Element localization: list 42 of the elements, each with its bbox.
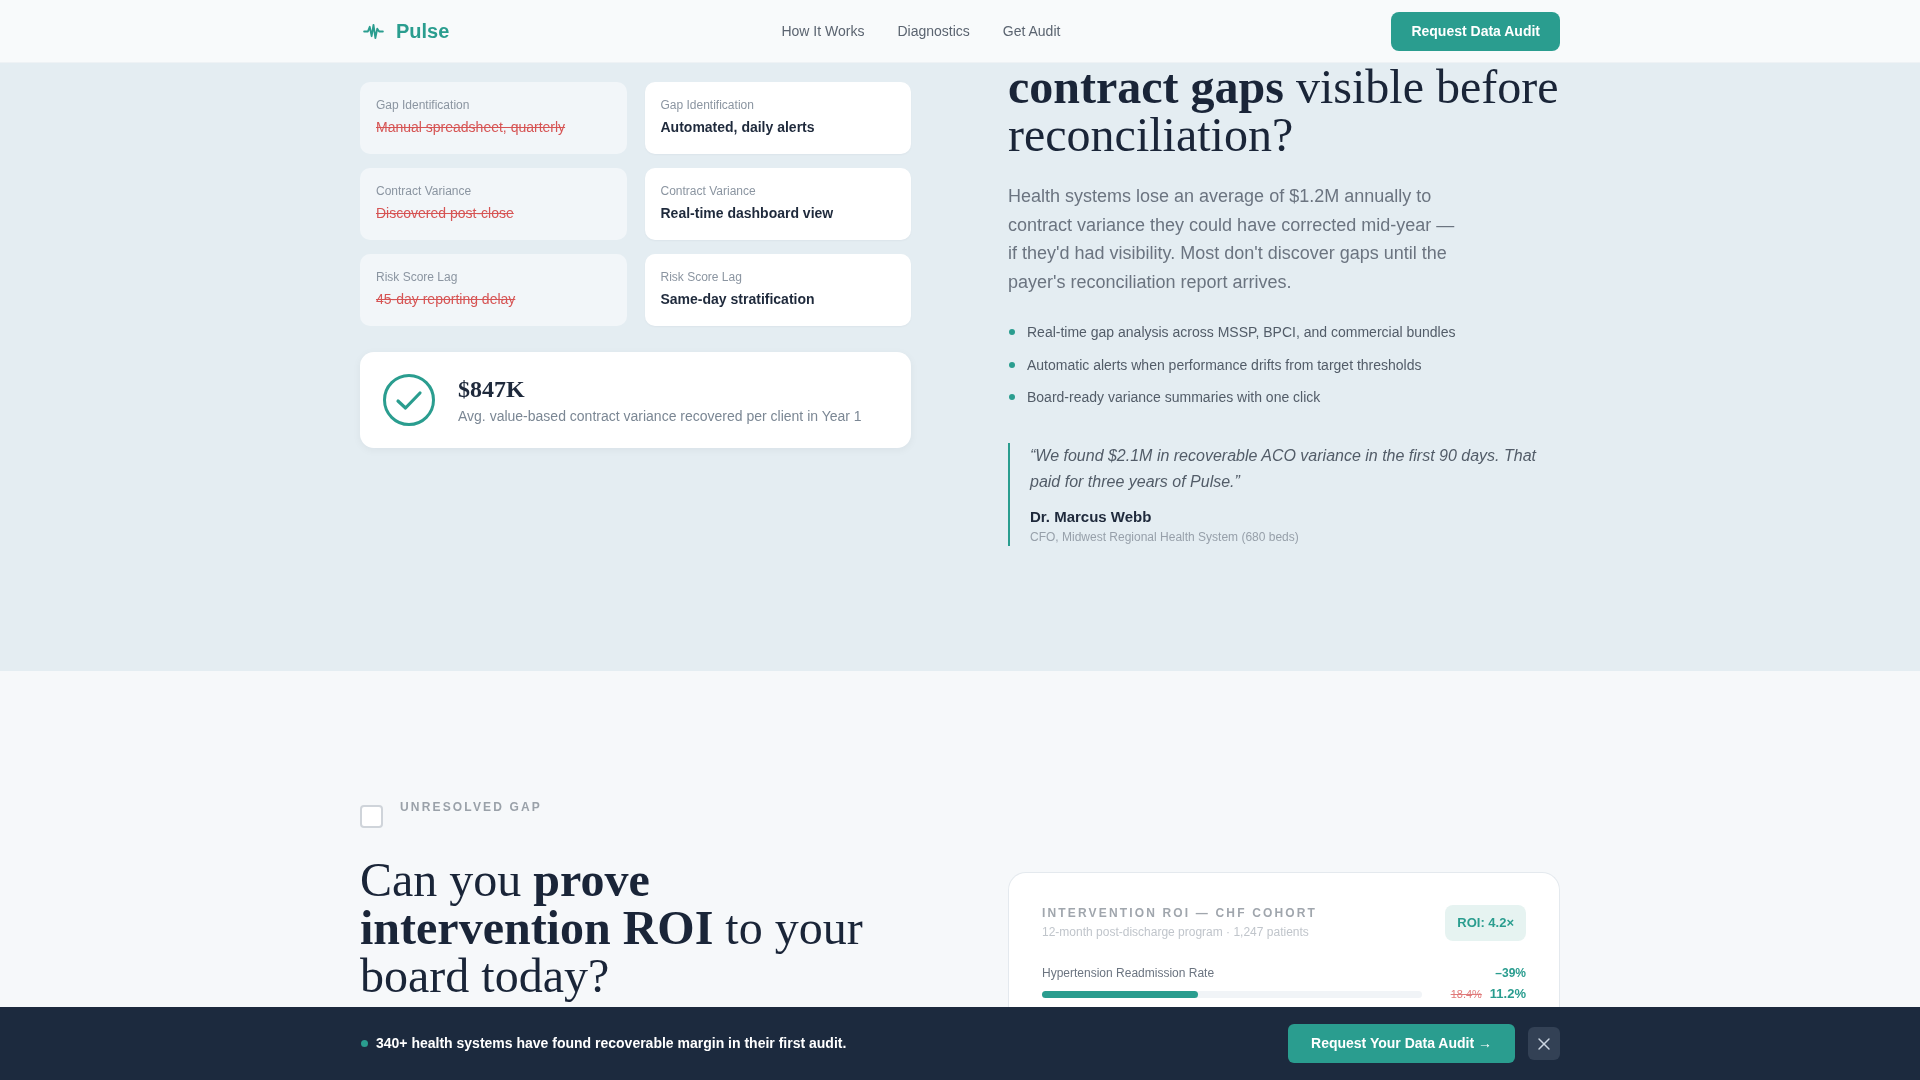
- card-label: Risk Score Lag: [376, 269, 458, 285]
- card-value: Automated, daily alerts: [660, 118, 815, 137]
- metric-change: –39%: [1495, 965, 1526, 981]
- request-audit-button[interactable]: Request Data Audit: [1391, 11, 1560, 51]
- check-circle-icon: [383, 374, 435, 426]
- card-label: Gap Identification: [376, 97, 470, 113]
- bullet-text: Automatic alerts when performance drifts from target thresholds: [1027, 355, 1422, 375]
- card-subtitle: 12-month post-discharge program · 1,247 patients: [1042, 924, 1309, 940]
- quote-role: CFO, Midwest Regional Health System (680 beds): [1030, 529, 1299, 545]
- card-value: Same-day stratification: [660, 290, 815, 309]
- card-value: 45-day reporting delay: [376, 290, 516, 309]
- metric-before: 18.4%: [1450, 987, 1482, 1002]
- pulse-wave-icon: [363, 23, 384, 39]
- intro-paragraph: Health systems lose an average of $1.2M annually to contract variance they could have corrected mid-year — if they'd had visibility. Most don't discover gaps until the payer's reconciliation report arrives.: [1008, 185, 1456, 294]
- card-value: Manual spreadsheet, quarterly: [376, 118, 566, 137]
- card-label: Contract Variance: [660, 183, 756, 199]
- banner-message: 340+ health systems have found recoverable margin in their first audit.: [376, 1034, 847, 1053]
- card-label: Contract Variance: [376, 183, 472, 199]
- card-title: INTERVENTION ROI — CHF COHORT: [1042, 905, 1318, 921]
- section-heading: contract gaps visible before reconciliation?: [1008, 63, 1560, 159]
- section-heading: Can you prove intervention ROI to your board today?: [360, 856, 864, 1000]
- checkbox[interactable]: [360, 805, 383, 828]
- brand-name[interactable]: Pulse: [396, 16, 450, 46]
- close-button[interactable]: [1528, 1027, 1560, 1060]
- quote-text: “We found $2.1M in recoverable ACO variance in the first 90 days. That paid for three years of Pulse.”: [1030, 446, 1538, 492]
- metric-after: 11.2%: [1489, 986, 1526, 1002]
- card-value: Discovered post-close: [376, 204, 514, 223]
- checkbox-label: UNRESOLVED GAP: [400, 799, 543, 815]
- card-label: Risk Score Lag: [660, 269, 742, 285]
- stat-value: $847K: [458, 375, 525, 404]
- nav-link[interactable]: How It Works: [781, 20, 865, 42]
- nav-link[interactable]: Get Audit: [1002, 20, 1061, 42]
- roi-badge: ROI: 4.2×: [1445, 905, 1526, 941]
- stat-caption: Avg. value-based contract variance recovered per client in Year 1: [458, 407, 862, 426]
- card-value: Real-time dashboard view: [660, 204, 834, 223]
- metric-label: Hypertension Readmission Rate: [1042, 965, 1215, 981]
- bullet-text: Board-ready variance summaries with one click: [1027, 388, 1321, 407]
- request-audit-button[interactable]: Request Your Data Audit →: [1288, 1024, 1515, 1063]
- card-label: Gap Identification: [660, 97, 754, 113]
- quote-author: Dr. Marcus Webb: [1030, 507, 1152, 527]
- nav-link[interactable]: Diagnostics: [897, 20, 970, 42]
- bullet-text: Real-time gap analysis across MSSP, BPCI, and commercial bundles: [1027, 323, 1456, 342]
